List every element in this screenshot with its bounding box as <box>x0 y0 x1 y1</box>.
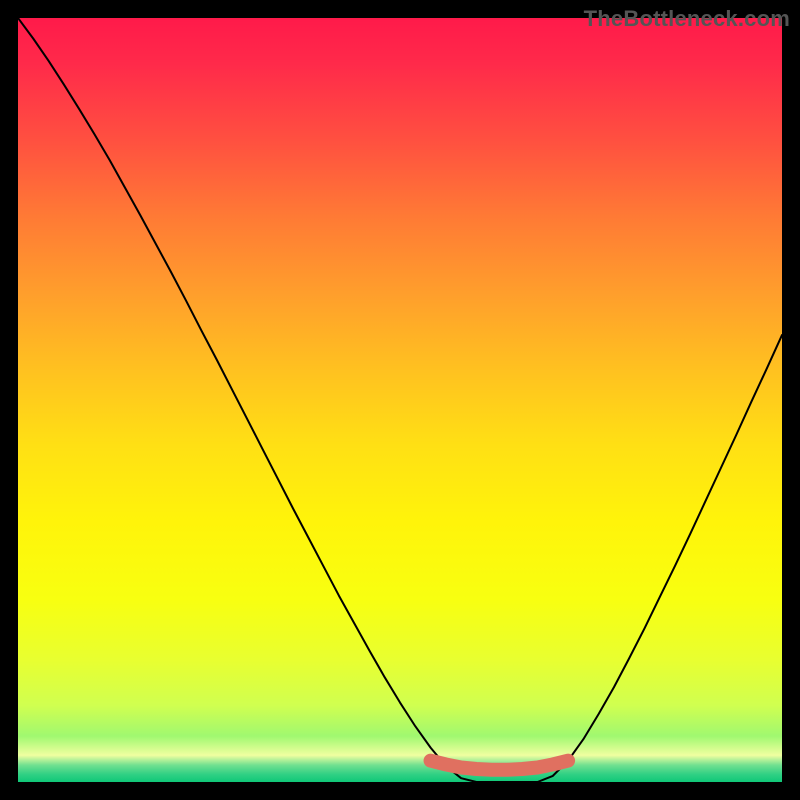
chart-plot-area <box>18 18 782 782</box>
chart-svg <box>18 18 782 782</box>
brand-watermark: TheBottleneck.com <box>584 6 790 32</box>
chart-container: TheBottleneck.com <box>0 0 800 800</box>
gradient-background <box>18 18 782 782</box>
